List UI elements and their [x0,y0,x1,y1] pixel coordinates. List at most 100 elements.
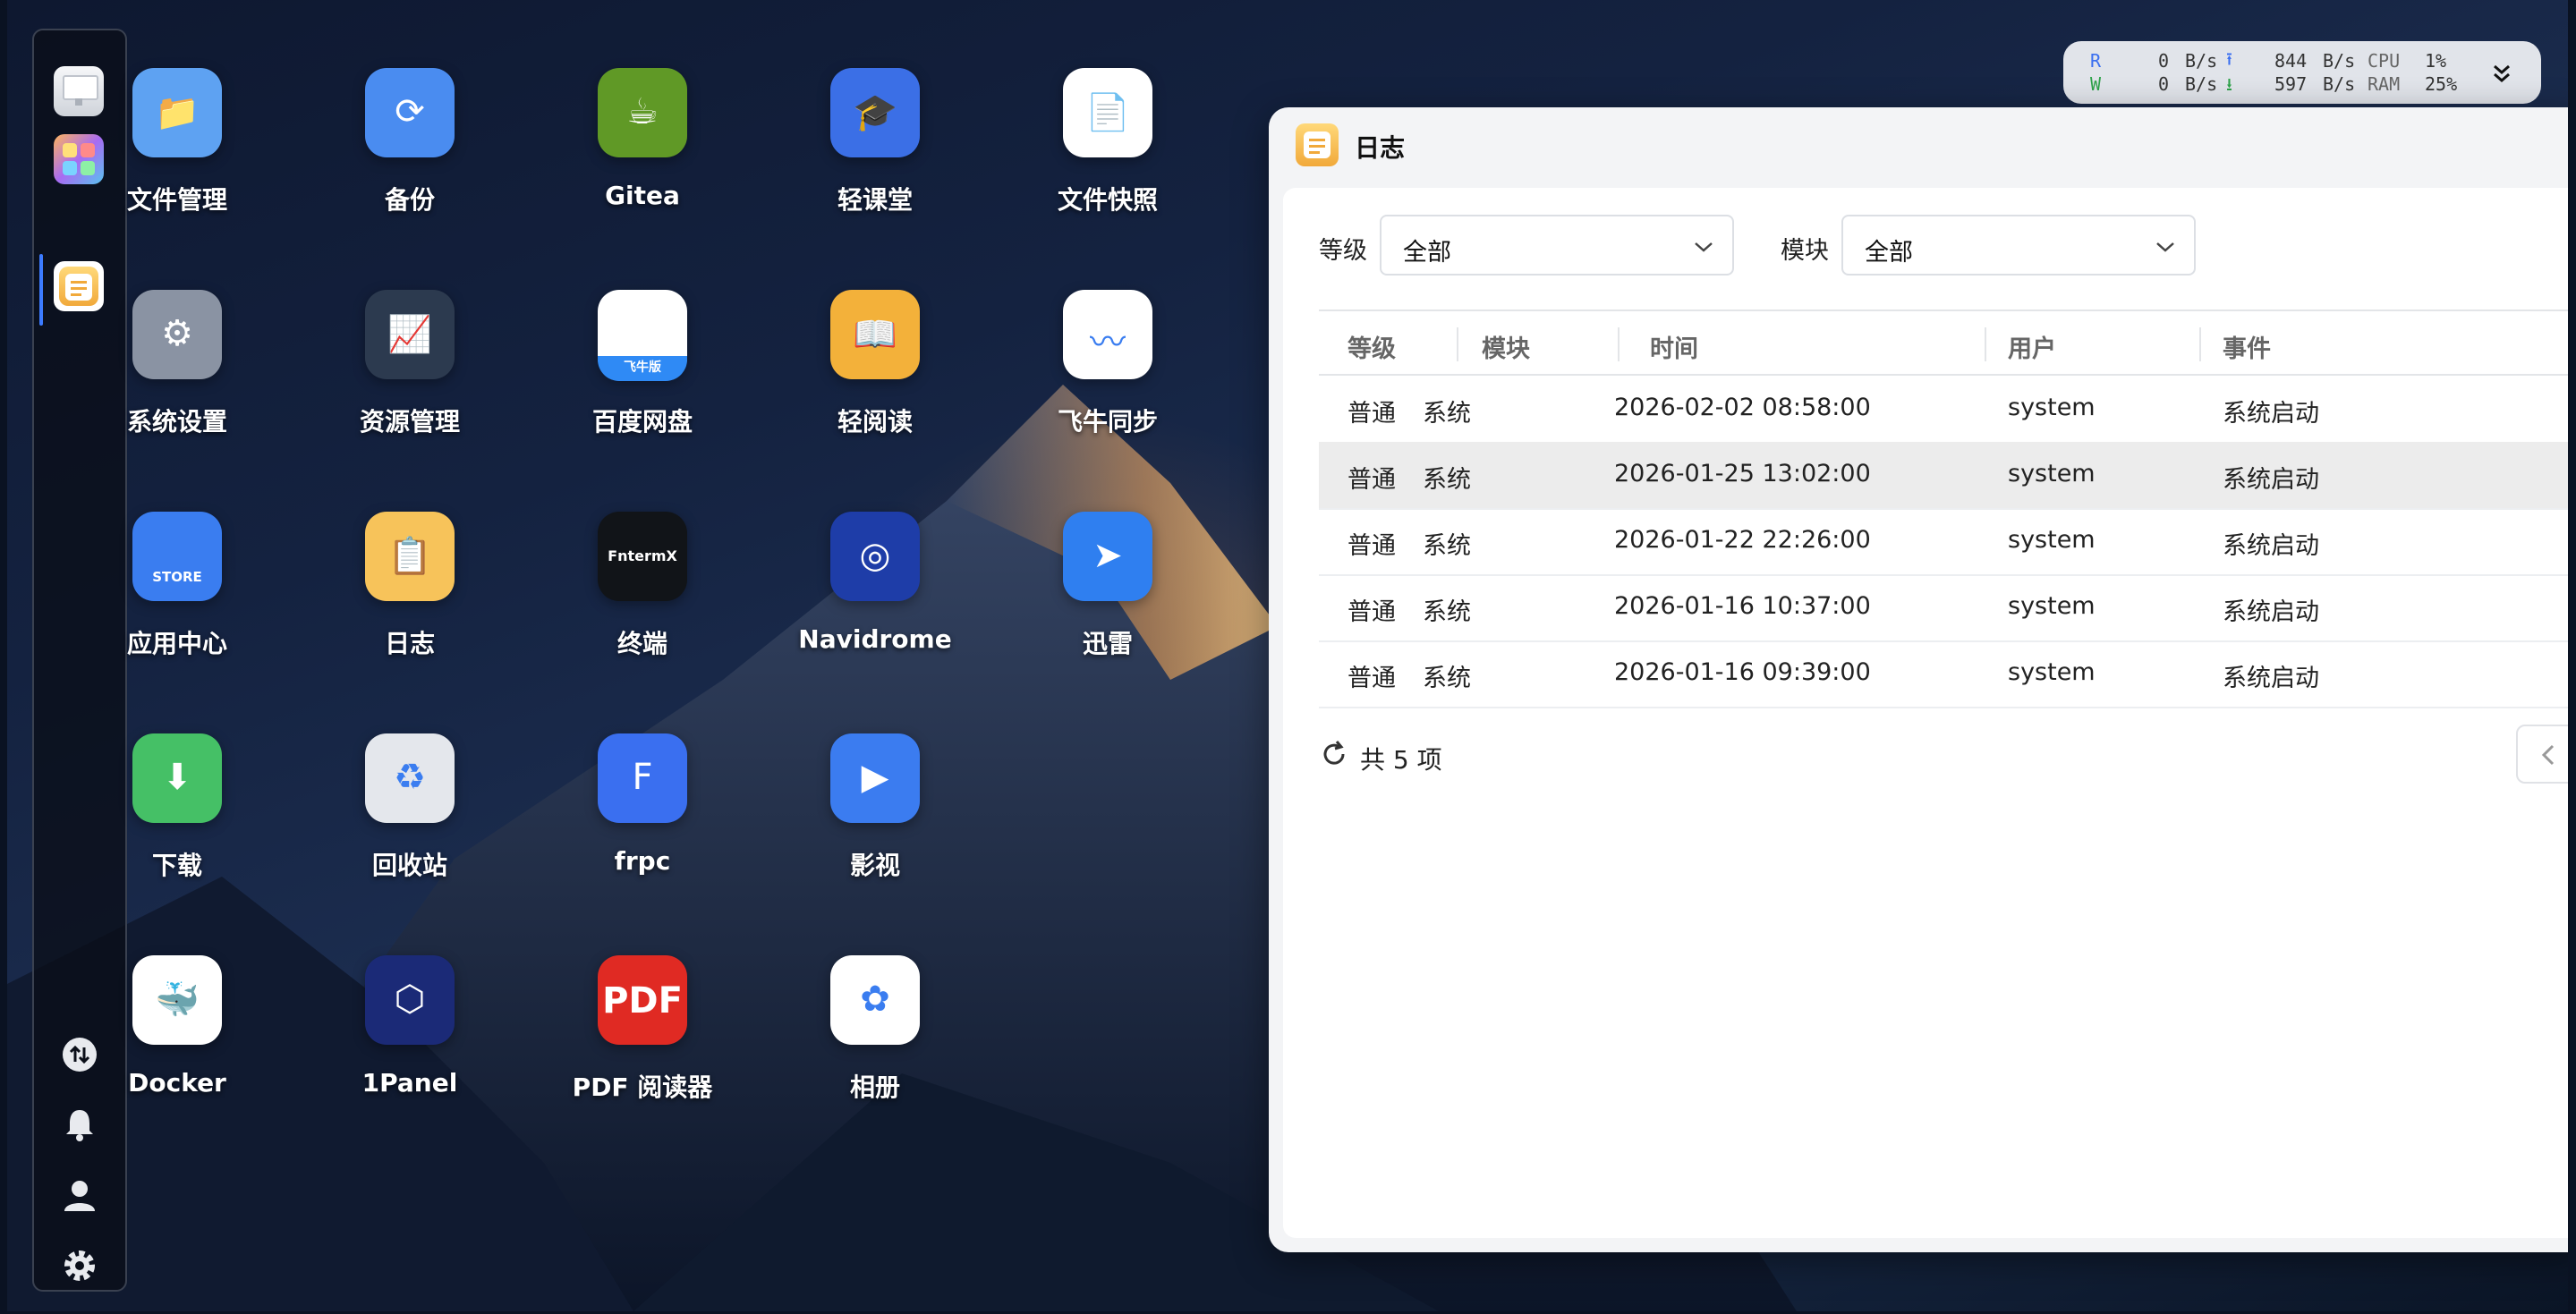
cell-module: 系统 [1423,400,1471,428]
graduation-cap-icon: 🎓 [830,68,920,157]
column-separator [1618,327,1620,361]
system-monitor-widget[interactable]: R W 0 0 B/s B/s ⭱ ⭳ 844 597 B/s B/s CPU … [2063,41,2541,104]
desktop-app-15[interactable]: ➤ 迅雷 [1000,512,1215,660]
column-header-user[interactable]: 用户 [2008,329,2056,364]
chevron-double-down-icon[interactable] [2487,59,2516,88]
folder-icon: 📁 [132,68,222,157]
chevron-left-icon [2541,744,2555,766]
module-filter-value: 全部 [1865,239,1913,267]
frpc-logo-icon: F [598,733,687,823]
app-icon-glyph: ⟳ [395,91,425,132]
app-icon-glyph: ✿ [860,979,890,1020]
desktop-app-label: 百度网盘 [591,407,693,437]
cell-module: 系统 [1423,665,1471,692]
module-filter-select[interactable]: 全部 [1841,215,2196,276]
video-play-icon: ▶ [830,733,920,823]
desktop-app-6[interactable]: ⚙ 系统设置 [70,290,285,438]
desktop-app-20[interactable]: 🐳 Docker [70,955,285,1098]
desktop-app-4[interactable]: 🎓 轻课堂 [768,68,982,216]
chevron-down-icon [1695,242,1713,252]
desktop-app-label: 飞牛同步 [1057,407,1158,437]
desktop-app-label: 迅雷 [1082,629,1133,658]
desktop-app-label: frpc [614,846,671,876]
column-header-time[interactable]: 时间 [1650,329,1698,364]
app-icon-glyph: 🐳 [155,979,200,1021]
desktop-app-label: 应用中心 [126,629,227,658]
table-row[interactable]: 普通 系统 2026-01-16 10:37:00 system 系统启动 [1319,574,2568,642]
write-value: 0 [2158,73,2170,95]
desktop-app-19[interactable]: ▶ 影视 [768,733,982,882]
app-icon-glyph: ♻ [394,757,426,798]
cell-time: 2026-01-16 10:37:00 [1614,592,1871,620]
read-label: R [2090,50,2102,72]
desktop-app-21[interactable]: ⬡ 1Panel [302,955,517,1098]
download-unit: B/s [2323,73,2356,95]
level-filter-select[interactable]: 全部 [1380,215,1734,276]
desktop-app-14[interactable]: ◎ Navidrome [768,512,982,654]
desktop-app-12[interactable]: 📋 日志 [302,512,517,660]
column-header-level[interactable]: 等级 [1348,329,1396,364]
read-value: 0 [2158,50,2170,72]
app-icon-glyph: 📋 [387,536,432,577]
desktop-app-16[interactable]: ⬇ 下载 [70,733,285,882]
download-arrow-icon: ⭳ [2226,73,2232,95]
column-separator [1457,327,1458,361]
desktop-app-label: 相册 [849,1072,900,1102]
desktop-app-11[interactable]: STORE 应用中心 [70,512,285,660]
cell-module: 系统 [1423,466,1471,494]
desktop-app-label: 1Panel [361,1068,458,1098]
cell-event: 系统启动 [2223,598,2319,626]
desktop-app-18[interactable]: Ffrpc [535,733,750,876]
desktop-app-8[interactable]: 飞牛版 百度网盘 [535,290,750,438]
ram-value: 25% [2425,73,2458,95]
app-icon-badge: FntermX [608,547,677,564]
desktop-app-label: 系统设置 [126,407,227,437]
cell-level: 普通 [1348,400,1396,428]
column-header-module[interactable]: 模块 [1482,329,1530,364]
file-snapshot-icon: 📄 [1063,68,1152,157]
desktop-app-2[interactable]: ⟳ 备份 [302,68,517,216]
app-icon-glyph: 📈 [387,314,432,355]
app-icon-glyph: ☕ [626,91,659,132]
read-unit: B/s [2185,50,2218,72]
level-filter-value: 全部 [1403,239,1451,267]
bell-icon[interactable] [59,1104,100,1145]
vinyl-record-icon: ◎ [830,512,920,601]
desktop-app-17[interactable]: ♻ 回收站 [302,733,517,882]
table-row[interactable]: 普通 系统 2026-01-16 09:39:00 system 系统启动 [1319,640,2568,708]
table-row[interactable]: 普通 系统 2026-01-22 22:26:00 system 系统启动 [1319,508,2568,576]
desktop-app-label: 回收站 [371,851,447,880]
cell-event: 系统启动 [2223,532,2319,560]
upload-unit: B/s [2323,50,2356,72]
desktop-app-23[interactable]: ✿ 相册 [768,955,982,1104]
app-icon-glyph: ▶ [861,757,889,798]
recycle-bin-icon: ♻ [365,733,455,823]
user-icon[interactable] [59,1175,100,1217]
desktop-app-9[interactable]: 📖 轻阅读 [768,290,982,438]
cell-time: 2026-01-22 22:26:00 [1614,526,1871,554]
desktop-app-13[interactable]: FntermX 终端 [535,512,750,660]
desktop-app-5[interactable]: 📄 文件快照 [1000,68,1215,216]
cell-level: 普通 [1348,466,1396,494]
desktop-app-10[interactable]: 〰飞牛同步 [1000,290,1215,438]
store-bag-icon: STORE [132,512,222,601]
download-value: 597 [2274,73,2308,95]
prev-page-button[interactable] [2516,725,2568,784]
desktop-app-3[interactable]: ☕ Gitea [535,68,750,210]
app-icon-glyph: 📁 [155,92,200,133]
desktop-app-1[interactable]: 📁 文件管理 [70,68,285,216]
resource-monitor-icon: 📈 [365,290,455,379]
desktop-app-label: Navidrome [798,624,952,654]
sync-wave-icon: 〰 [1063,290,1152,379]
app-icon-glyph: F [632,757,653,798]
table-row[interactable]: 普通 系统 2026-01-25 13:02:00 system 系统启动 [1319,442,2568,510]
desktop-app-label: 资源管理 [359,407,460,437]
1panel-hexagon-icon: ⬡ [365,955,455,1045]
desktop-app-7[interactable]: 📈 资源管理 [302,290,517,438]
dock-active-indicator [39,254,43,326]
table-row[interactable]: 普通 系统 2026-02-02 08:58:00 system 系统启动 [1319,376,2568,444]
refresh-icon[interactable] [1319,739,1349,769]
gear-icon[interactable] [59,1245,100,1286]
column-header-event[interactable]: 事件 [2223,329,2271,364]
desktop-app-22[interactable]: PDF PDF 阅读器 [535,955,750,1104]
